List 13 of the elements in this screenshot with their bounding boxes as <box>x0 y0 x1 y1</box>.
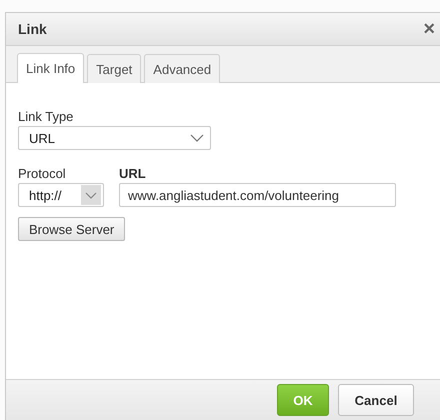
browse-server-button[interactable]: Browse Server <box>18 217 126 241</box>
close-button[interactable]: × <box>421 19 437 39</box>
dialog-title: Link <box>18 21 47 37</box>
tab[interactable]: Link Info <box>17 53 84 83</box>
tab[interactable]: Advanced <box>144 54 220 83</box>
link-type-select[interactable]: URL <box>18 126 211 150</box>
field-label: Protocol <box>18 166 67 181</box>
protocol-select[interactable]: http:// <box>18 183 104 207</box>
field-label: URL <box>119 166 147 181</box>
cancel-button[interactable]: Cancel <box>338 384 414 416</box>
url-field[interactable]: www.angliastudent.com/volunteering <box>119 183 396 207</box>
field-label: Link Type <box>18 109 74 124</box>
tab[interactable]: Target <box>87 54 142 83</box>
